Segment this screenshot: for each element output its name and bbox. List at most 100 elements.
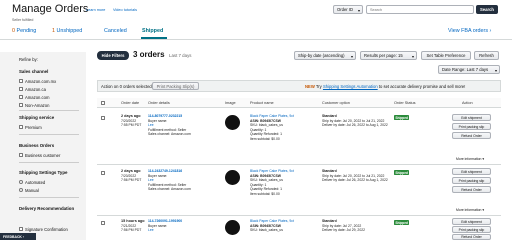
refresh-button[interactable]: Refresh (474, 51, 499, 60)
row-divider (97, 164, 501, 165)
order-details-cell: 114-8079777-0232215 Buyer name: Lee Fulf… (148, 114, 191, 137)
product-cell: Black Paper Cake Plates, 9ct ASIN: B0945… (250, 219, 294, 233)
tab-pending[interactable]: 0 Pending (12, 28, 36, 34)
order-time: 7:56 PM PDT (121, 228, 142, 233)
column-customer-option[interactable]: Customer option (322, 101, 350, 105)
product-sku: SKU: black_cakes_us (250, 123, 283, 128)
business-orders-heading: Business Orders (19, 143, 55, 148)
row-checkbox[interactable] (101, 171, 105, 175)
radio-manual[interactable] (19, 188, 23, 192)
search-input[interactable]: Search (366, 5, 474, 14)
order-date-cell: 2 days ago 7/20/2022 7:56 PM PDT (121, 169, 141, 183)
column-product-name[interactable]: Product name (250, 101, 274, 105)
tab-unshipped-count: 1 (52, 28, 55, 34)
buyer-name-link[interactable]: Lee (148, 123, 154, 127)
action-bar-label: Action on 0 orders selected: (101, 84, 153, 89)
print-packing-slip-button[interactable]: Print packing slip (452, 123, 491, 130)
order-details-cell: 114-2432749-1241816 Buyer name: Lee Fulf… (148, 169, 191, 192)
tab-canceled[interactable]: Canceled (104, 28, 127, 34)
view-fba-orders-link[interactable]: View FBA orders › (448, 28, 491, 34)
product-image[interactable] (225, 115, 240, 130)
quantity-refunded: Quantity Refunded: 1 (250, 187, 283, 192)
select-all-checkbox[interactable] (101, 101, 105, 105)
learn-more-link[interactable]: Learn more (86, 8, 105, 12)
feedback-button[interactable]: FEEDBACK › (0, 233, 36, 240)
checkbox-signature-confirmation[interactable] (19, 227, 23, 231)
search-button[interactable]: Search (476, 5, 498, 14)
quantity-refunded: Quantity Refunded: 1 (250, 132, 283, 137)
buyer-name-link[interactable]: Lee (148, 178, 154, 182)
product-name-link[interactable]: Black Paper Cake Plates, 9ct (250, 219, 294, 223)
order-id-link[interactable]: 114-2432749-1241816 (148, 169, 182, 173)
order-date-cell: 15 hours ago 7/21/2022 7:56 PM PDT (121, 219, 145, 233)
more-information-toggle[interactable]: More information ▾ (456, 208, 484, 212)
item-subtotal: Item subtotal: $0.00 (250, 191, 280, 196)
print-packing-slip-button[interactable]: Print packing slip (452, 177, 491, 184)
tab-shipped[interactable]: Shipped (142, 28, 163, 34)
edit-shipment-button[interactable]: Edit shipment (452, 218, 491, 225)
checkbox-non-amazon[interactable] (19, 103, 23, 107)
radio-automated[interactable] (19, 180, 23, 184)
checkbox-amazon-com[interactable] (19, 95, 23, 99)
sales-channel: Sales channel: Amazon.com (148, 187, 191, 192)
product-cell: Black Paper Cake Plates, 9ct ASIN: B0945… (250, 169, 294, 197)
shipping-automation-link[interactable]: Shipping Settings Automation (323, 84, 378, 89)
sales-channel: Sales channel: Amazon.com (148, 132, 191, 137)
tab-unshipped[interactable]: 1 Unshipped (52, 28, 82, 34)
buyer-label: Buyer name: (148, 223, 168, 228)
deliver-by-date: Deliver by date: Jul 29, 2022 (322, 228, 365, 233)
checkbox-amazon-ca[interactable] (19, 87, 23, 91)
chevron-down-icon: ▾ (350, 54, 353, 59)
date-range-select[interactable]: Date Range: Last 7 days ▾ (438, 65, 500, 74)
set-table-preference-button[interactable]: Set Table Preference (421, 51, 471, 60)
hide-filters-button[interactable]: Hide Filters (97, 51, 129, 60)
tabs-divider (0, 39, 512, 40)
order-age: 15 hours ago (121, 219, 145, 223)
fulfillment-method: Fulfillment method: Seller (148, 182, 187, 187)
edit-shipment-button[interactable]: Edit shipment (452, 168, 491, 175)
refund-order-button[interactable]: Refund Order (452, 186, 491, 193)
seller-fulfilled-label: Seller fulfilled (12, 18, 34, 22)
column-image: Image (225, 101, 236, 105)
new-badge: NEW (305, 84, 315, 89)
print-packing-slips-button[interactable]: Print Packing Slip(s) (152, 82, 199, 90)
product-asin: ASIN: B0945I7CSW (250, 223, 281, 228)
results-per-page-select[interactable]: Results per page: 15 ▾ (360, 51, 417, 60)
column-order-details[interactable]: Order details (148, 101, 170, 105)
order-id-link[interactable]: 114-7260091-1991900 (148, 219, 182, 223)
sidebar-divider (19, 134, 79, 135)
refund-order-button[interactable]: Refund Order (452, 234, 491, 240)
checkbox-amazon-com-mx[interactable] (19, 79, 23, 83)
deliver-by-date: Deliver by date: Jul 26, 2022 to Aug 1, … (322, 123, 388, 128)
column-order-date[interactable]: Order date (121, 101, 139, 105)
promo-prefix: Try (315, 84, 323, 89)
product-name-link[interactable]: Black Paper Cake Plates, 9ct (250, 114, 294, 118)
column-order-status[interactable]: Order Status (394, 101, 416, 105)
buyer-name-link[interactable]: Lee (148, 228, 154, 232)
product-image[interactable] (225, 220, 240, 235)
refund-order-button[interactable]: Refund Order (452, 132, 491, 139)
row-checkbox[interactable] (101, 116, 105, 120)
row-checkbox[interactable] (101, 221, 105, 225)
buyer-label: Buyer name: (148, 173, 168, 178)
checkbox-business-customer[interactable] (19, 153, 23, 157)
print-packing-slip-button[interactable]: Print packing slip (452, 226, 491, 233)
sort-select[interactable]: Ship-by date (ascending) ▾ (294, 51, 356, 60)
promo-text: NEW Try Shipping Settings Automation to … (305, 84, 465, 89)
column-action: Action (462, 101, 473, 105)
more-information-toggle[interactable]: More information ▾ (456, 157, 484, 161)
checkbox-premium[interactable] (19, 125, 23, 129)
product-sku: SKU: black_cakes_us (250, 178, 283, 183)
order-id-link[interactable]: 114-8079777-0232215 (148, 114, 182, 118)
product-name-link[interactable]: Black Paper Cake Plates, 9ct (250, 169, 294, 173)
deliver-by-date: Deliver by date: Jul 26, 2022 to Aug 1, … (322, 178, 388, 183)
order-details-cell: 114-7260091-1991900 Buyer name: Lee (148, 219, 182, 233)
edit-shipment-button[interactable]: Edit shipment (452, 114, 491, 121)
chevron-down-icon: ▾ (411, 54, 414, 59)
product-image[interactable] (225, 170, 240, 185)
video-tutorials-link[interactable]: Video tutorials (113, 8, 137, 12)
order-age: 2 days ago (121, 114, 141, 118)
order-time: 7:56 PM PDT (121, 178, 142, 183)
search-type-select[interactable]: Order ID ▾ (333, 5, 363, 14)
shipping-option: Standard (322, 114, 337, 118)
